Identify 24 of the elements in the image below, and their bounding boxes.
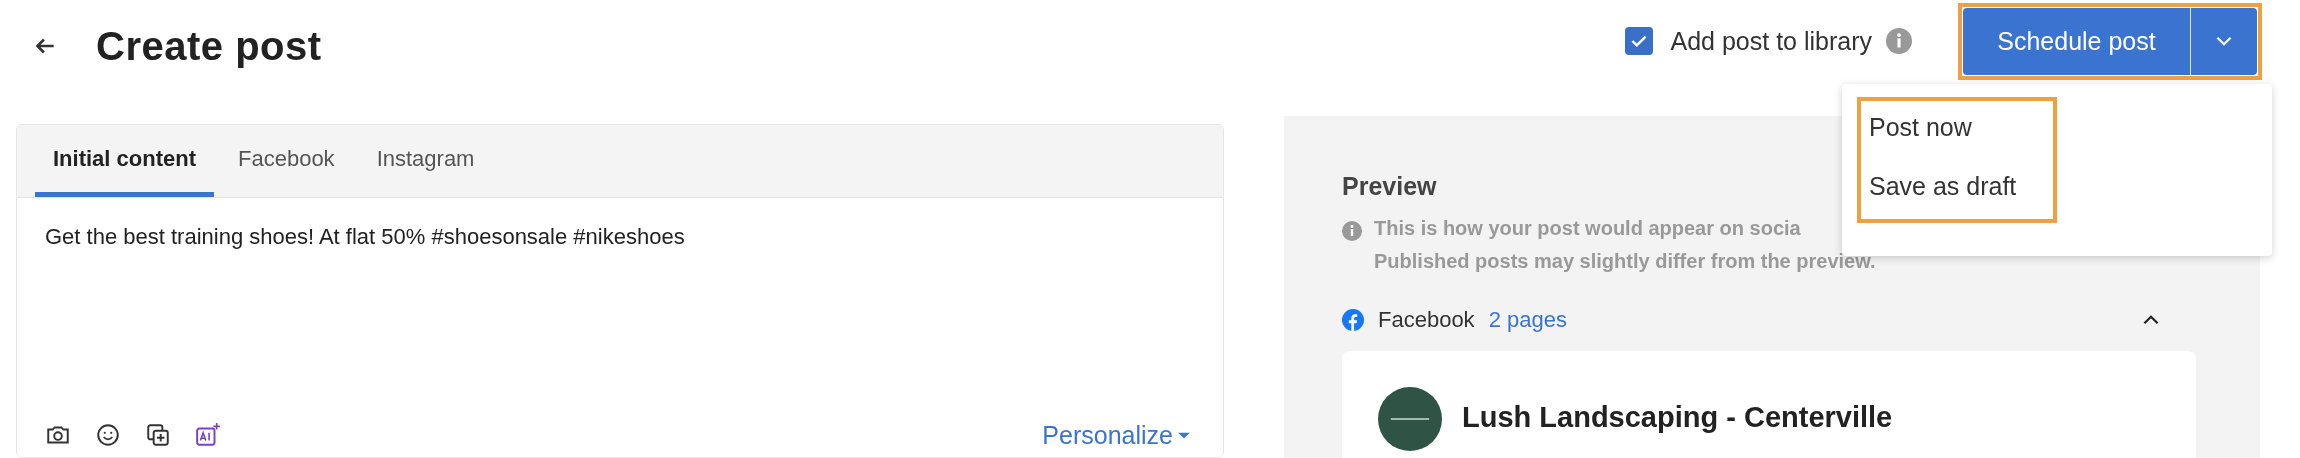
account-name: Lush Landscaping - Centerville	[1462, 401, 1893, 434]
ai-sparkle-icon[interactable]	[195, 422, 221, 448]
network-label: Facebook	[1378, 307, 1475, 333]
info-icon	[1886, 28, 1912, 54]
checkbox-label: Add post to library	[1670, 26, 1872, 56]
pages-link[interactable]: 2 pages	[1488, 307, 1567, 333]
preview-heading: Preview	[1342, 172, 1437, 201]
dropdown-button[interactable]	[2191, 7, 2257, 75]
info-icon	[1342, 221, 1362, 241]
preview-note: This is how your post would appear on socia	[1374, 217, 1801, 240]
menu-item[interactable]: Post now	[1861, 101, 2053, 160]
tab[interactable]: Facebook	[220, 125, 353, 197]
checkbox[interactable]	[1624, 27, 1653, 55]
emoji-icon[interactable]	[95, 422, 121, 448]
page-title: Create post	[96, 23, 322, 69]
schedule-post-button[interactable]: Schedule post	[1963, 7, 2191, 75]
add-media-icon[interactable]	[145, 422, 171, 448]
post-text[interactable]: Get the best training shoes! At flat 50% #shoesonsale #nikeshoes	[45, 224, 1195, 250]
facebook-icon	[1342, 309, 1364, 331]
avatar-icon	[1378, 387, 1442, 451]
menu-item[interactable]: Save as draft	[1861, 160, 2053, 219]
tab[interactable]: Instagram	[358, 125, 493, 197]
preview-note: Published posts may slightly differ from the preview.	[1374, 250, 1876, 273]
personalize-dropdown[interactable]: Personalize	[1038, 420, 1195, 450]
